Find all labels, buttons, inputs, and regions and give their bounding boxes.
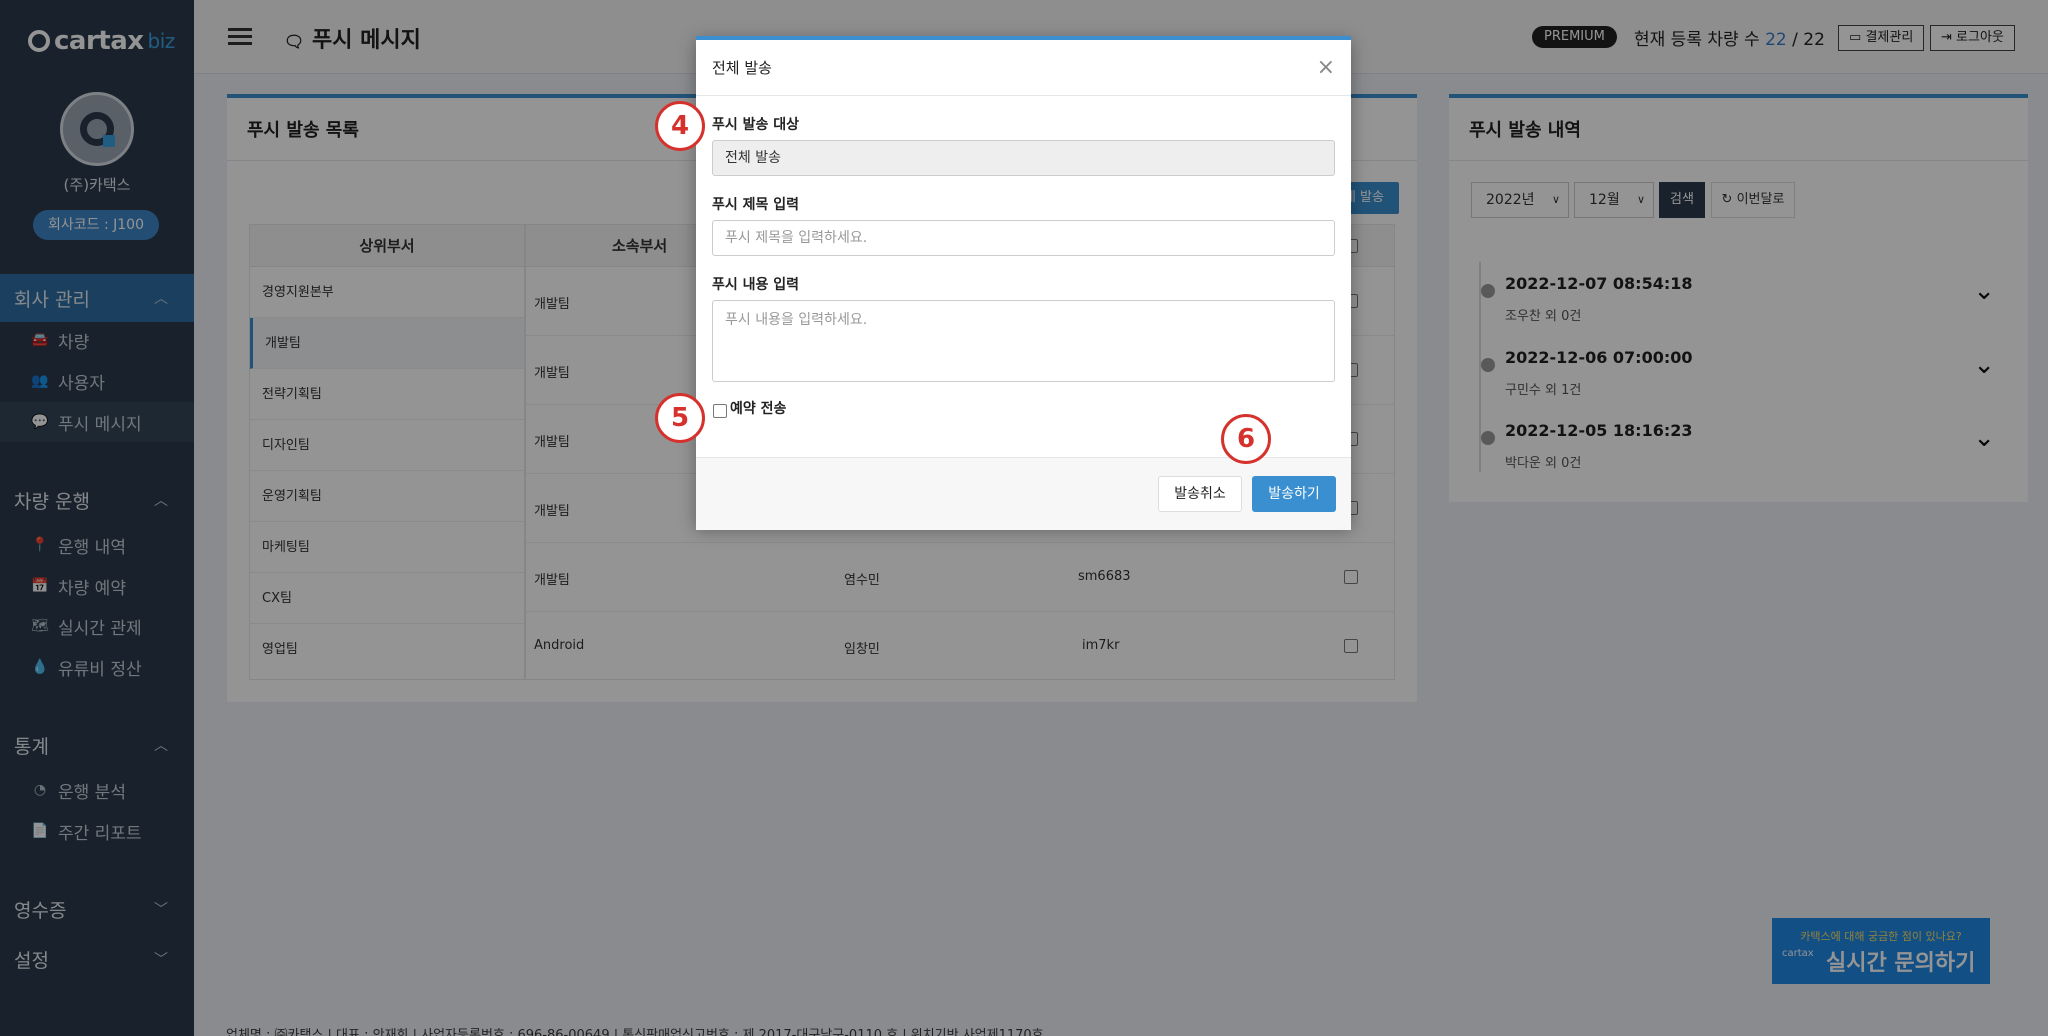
subject-input[interactable]: 푸시 제목을 입력하세요. — [712, 220, 1335, 256]
step-marker-5: 5 — [655, 393, 705, 443]
target-field: 전체 발송 — [712, 140, 1335, 176]
send-button[interactable]: 발송하기 — [1252, 476, 1336, 512]
subject-label: 푸시 제목 입력 — [712, 197, 800, 213]
content-label: 푸시 내용 입력 — [712, 277, 800, 293]
modal-footer: 발송취소 발송하기 — [696, 457, 1351, 530]
modal-title: 전체 발송 — [712, 59, 772, 77]
modal-header: 전체 발송 × — [696, 40, 1351, 96]
reserve-label[interactable]: 예약 전송 — [730, 398, 786, 418]
target-label: 푸시 발송 대상 — [712, 117, 800, 133]
cancel-button[interactable]: 발송취소 — [1158, 476, 1242, 512]
step-marker-6: 6 — [1221, 414, 1271, 464]
close-icon[interactable]: × — [1317, 55, 1335, 80]
reserve-checkbox[interactable] — [713, 404, 727, 418]
content-textarea[interactable]: 푸시 내용을 입력하세요. — [712, 300, 1335, 382]
step-marker-4: 4 — [655, 101, 705, 151]
